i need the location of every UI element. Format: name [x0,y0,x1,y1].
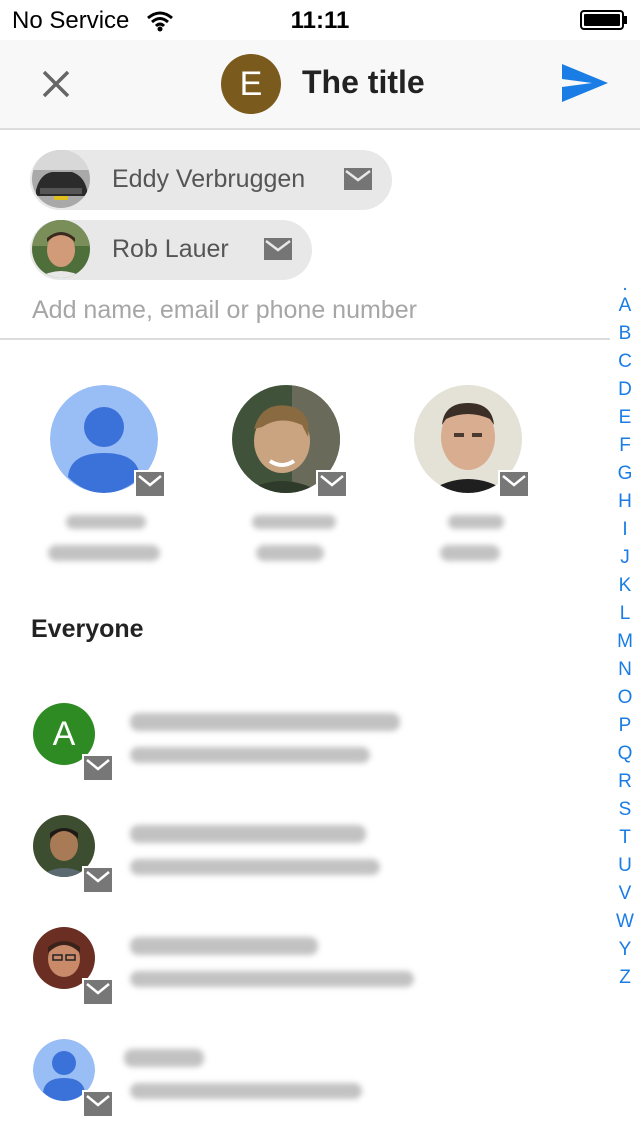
index-letter-h[interactable]: H [610,488,640,516]
recipient-avatar [32,220,90,278]
redacted-text [124,1049,204,1067]
send-icon[interactable] [560,60,610,106]
add-recipient-input[interactable] [32,290,602,330]
index-letter-n[interactable]: N [610,656,640,684]
close-icon[interactable] [34,62,78,106]
recipient-chip-eddy[interactable]: Eddy Verbruggen [30,150,392,210]
index-letter-q[interactable]: Q [610,740,640,768]
index-letter-y[interactable]: Y [610,936,640,964]
redacted-text [252,515,336,529]
index-letter-z[interactable]: Z [610,964,640,992]
index-letter-w[interactable]: W [610,908,640,936]
index-letter-k[interactable]: K [610,572,640,600]
redacted-text [130,971,414,987]
index-letter-s[interactable]: S [610,796,640,824]
index-letter-i[interactable]: I [610,516,640,544]
index-letter-d[interactable]: D [610,376,640,404]
redacted-text [66,515,146,529]
recipient-avatar [32,150,90,208]
status-bar: No Service 11:11 [0,0,640,40]
index-letter-m[interactable]: M [610,628,640,656]
redacted-text [448,515,504,529]
recipient-name: Eddy Verbruggen [112,165,306,193]
index-letter-f[interactable]: F [610,432,640,460]
mail-icon [82,866,114,894]
redacted-text [256,545,324,561]
index-letter-a[interactable]: A [610,292,640,320]
index-letter-r[interactable]: R [610,768,640,796]
index-letter-j[interactable]: J [610,544,640,572]
recipient-chip-rob[interactable]: Rob Lauer [30,220,312,280]
mail-icon [82,1090,114,1118]
redacted-text [440,545,500,561]
index-letter-u[interactable]: U [610,852,640,880]
index-letter-l[interactable]: L [610,600,640,628]
redacted-text [130,747,370,763]
redacted-text [130,1083,362,1099]
mail-icon [344,168,372,190]
recipient-name: Rob Lauer [112,235,229,263]
index-letter-dot[interactable]: . [610,275,640,294]
mail-icon [82,978,114,1006]
title-avatar: E [221,54,281,114]
redacted-text [130,713,400,731]
clock: 11:11 [290,7,350,34]
app-bar: E The title [0,40,640,130]
mail-icon [134,470,166,498]
mail-icon [316,470,348,498]
mail-icon [264,238,292,260]
redacted-text [130,825,366,843]
index-letter-g[interactable]: G [610,460,640,488]
section-header: Everyone [31,615,144,643]
alphabet-index[interactable]: .ABCDEFGHIJKLMNOPQRSTUVWYZ [610,275,640,992]
redacted-text [130,937,318,955]
index-letter-b[interactable]: B [610,320,640,348]
redacted-text [130,859,380,875]
index-letter-e[interactable]: E [610,404,640,432]
mail-icon [498,470,530,498]
battery-icon [580,10,627,30]
index-letter-t[interactable]: T [610,824,640,852]
redacted-text [48,545,160,561]
index-letter-o[interactable]: O [610,684,640,712]
mail-icon [82,754,114,782]
index-letter-c[interactable]: C [610,348,640,376]
index-letter-v[interactable]: V [610,880,640,908]
divider [0,338,610,340]
index-letter-p[interactable]: P [610,712,640,740]
page-title: The title [302,64,425,100]
